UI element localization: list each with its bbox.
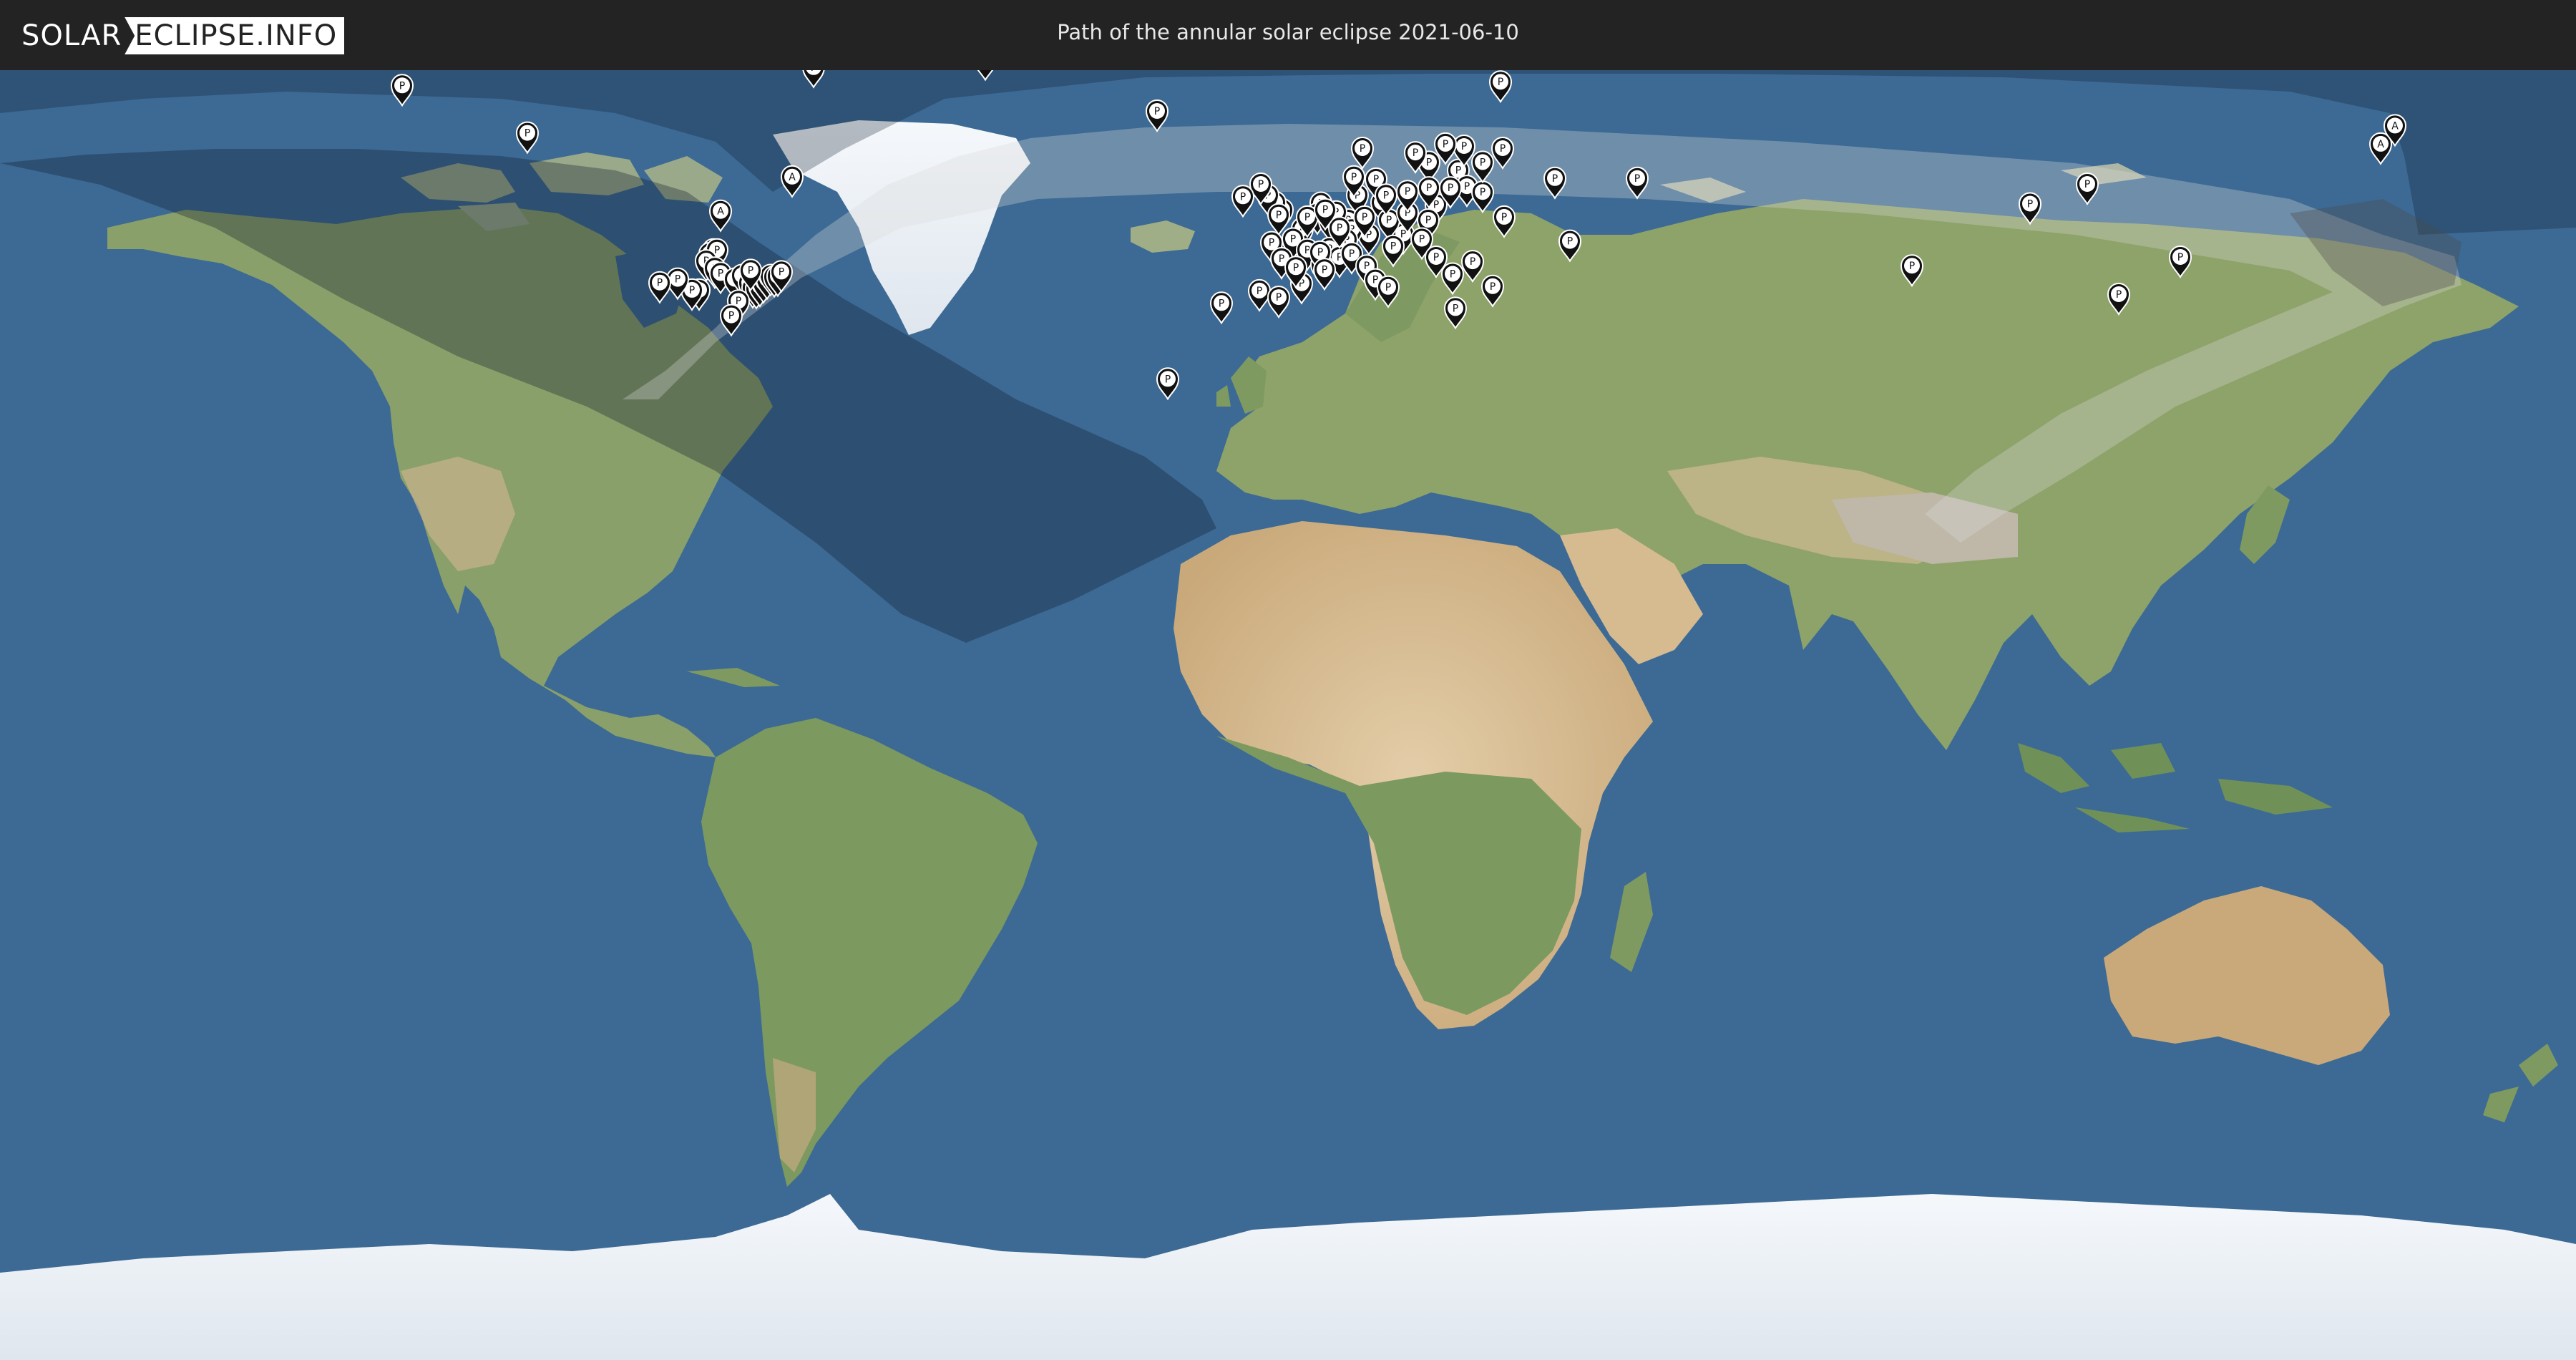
marker-letter: A	[2377, 139, 2384, 150]
marker-letter: P	[1154, 106, 1160, 117]
marker-letter: P	[2177, 252, 2183, 263]
marker-letter: P	[1501, 212, 1507, 223]
marker-letter: P	[1470, 256, 1475, 268]
marker-letter: P	[2116, 289, 2122, 301]
marker-letter: A	[789, 172, 796, 183]
marker-letter: P	[1500, 143, 1506, 155]
marker-letter: P	[1450, 269, 1455, 281]
marker-letter: P	[1426, 157, 1432, 168]
marker-letter: P	[718, 268, 723, 279]
marker-letter: P	[1351, 172, 1357, 183]
marker-letter: P	[1279, 253, 1284, 265]
marker-letter: P	[1258, 179, 1264, 190]
marker-letter: P	[1634, 173, 1640, 185]
marker-letter: P	[1443, 139, 1448, 150]
marker-letter: P	[1552, 173, 1558, 185]
marker-letter: P	[675, 274, 680, 286]
marker-letter: P	[1317, 247, 1323, 258]
marker-letter: P	[1455, 165, 1461, 177]
marker-letter: P	[1480, 157, 1485, 168]
marker-letter: P	[1461, 141, 1467, 152]
marker-letter: P	[1240, 191, 1246, 203]
marker-letter: P	[1413, 147, 1418, 159]
marker-letter: P	[1498, 77, 1503, 88]
header-bar: SOLAR ECLIPSE.INFO Path of the annular s…	[0, 0, 2576, 70]
marker-letter: P	[1165, 374, 1171, 385]
marker-letter: P	[779, 266, 784, 278]
marker-letter: P	[1269, 238, 1274, 249]
marker-letter: P	[525, 128, 530, 140]
marker-letter: P	[1304, 212, 1310, 223]
marker-letter: P	[1390, 241, 1396, 253]
marker-letter: P	[1425, 215, 1431, 226]
marker-letter: P	[689, 285, 695, 296]
marker-letter: P	[1453, 303, 1458, 314]
marker-letter: P	[1293, 262, 1299, 273]
marker-letter: P	[1290, 234, 1296, 246]
marker-letter: P	[1385, 282, 1391, 293]
marker-letter: P	[1276, 292, 1282, 303]
marker-letter: P	[657, 278, 663, 289]
marker-letter: P	[1373, 174, 1379, 185]
marker-letter: P	[1219, 298, 1224, 309]
marker-letter: P	[1464, 181, 1470, 193]
marker-letter: P	[1490, 281, 1496, 293]
page-title: Path of the annular solar eclipse 2021-0…	[1057, 20, 1519, 44]
marker-letter: P	[1257, 286, 1262, 297]
marker-letter: P	[1349, 248, 1355, 260]
marker-letter: P	[1426, 183, 1432, 194]
marker-letter: P	[1337, 223, 1342, 234]
marker-letter: P	[728, 311, 734, 322]
marker-letter: P	[1419, 234, 1425, 246]
marker-letter: P	[1909, 261, 1915, 272]
marker-letter: A	[717, 206, 724, 218]
marker-letter: P	[1383, 190, 1389, 201]
marker-letter: P	[2027, 199, 2033, 210]
world-map[interactable]: PPPPPPP PPPPPPPPPPPPPPPPPPPP PPPPPPPPPPP PP…	[0, 70, 2576, 1360]
marker-letter: P	[1322, 264, 1327, 276]
marker-letter: P	[1405, 186, 1410, 198]
marker-letter: P	[1322, 205, 1328, 216]
marker-letter: P	[811, 70, 816, 74]
marker-letter: P	[399, 80, 405, 92]
marker-letter: A	[2391, 120, 2399, 132]
marker-letter: P	[1360, 143, 1365, 155]
marker-letter: P	[1433, 252, 1439, 263]
marker-letter: P	[1362, 212, 1367, 223]
marker-letter: P	[2084, 179, 2090, 190]
marker-letter: P	[1386, 215, 1392, 226]
marker-letter: P	[1448, 183, 1453, 194]
marker-letter: P	[1276, 210, 1282, 221]
marker-letter: P	[1480, 187, 1485, 198]
marker-letter: P	[1567, 236, 1573, 248]
marker-letter: P	[748, 265, 753, 276]
